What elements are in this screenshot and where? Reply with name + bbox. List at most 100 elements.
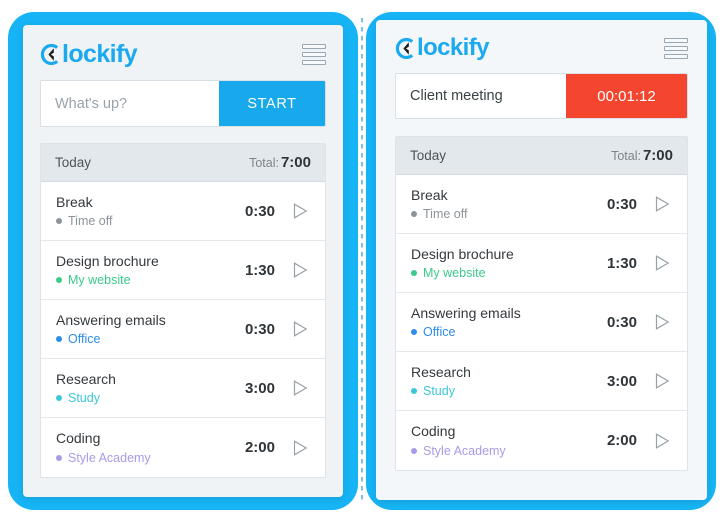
stop-timer-button[interactable]: 00:01:12 <box>566 74 687 118</box>
play-icon[interactable] <box>289 318 311 340</box>
day-card-right: Today Total: 7:00 Break Time off 0:30 De… <box>395 136 688 471</box>
entry-duration: 3:00 <box>244 379 275 397</box>
entry-project[interactable]: Study <box>56 391 227 405</box>
entry-main: Break Time off <box>56 194 227 228</box>
entry-main: Answering emails Office <box>411 304 589 339</box>
clockify-c-icon <box>395 37 416 59</box>
entry-project[interactable]: Style Academy <box>56 451 227 465</box>
screenshot-stage: lockify START Today Total:7:00 <box>0 0 724 521</box>
project-name: Time off <box>423 207 468 222</box>
timer-bar-right: 00:01:12 <box>395 73 688 119</box>
day-total-prefix: Total: <box>249 156 279 170</box>
hamburger-bar <box>302 44 326 49</box>
table-row[interactable]: Coding Style Academy 2:00 <box>41 418 325 477</box>
hamburger-menu-icon[interactable] <box>302 44 326 65</box>
entry-title: Research <box>56 370 116 387</box>
project-name: Study <box>68 391 100 406</box>
hamburger-bar <box>302 60 326 65</box>
entry-title: Design brochure <box>56 252 159 269</box>
table-row[interactable]: Break Time off 0:30 <box>41 182 325 241</box>
clockify-logo-left: lockify <box>40 42 138 67</box>
entry-project[interactable]: Time off <box>56 214 227 228</box>
entry-title: Research <box>411 363 471 380</box>
play-icon[interactable] <box>289 377 311 399</box>
table-row[interactable]: Design brochure My website 1:30 <box>396 234 687 293</box>
play-icon[interactable] <box>651 193 673 215</box>
entry-duration: 0:30 <box>244 202 275 220</box>
project-color-dot <box>56 454 62 461</box>
play-icon[interactable] <box>651 430 673 452</box>
project-name: Style Academy <box>68 450 151 465</box>
table-row[interactable]: Answering emails Office 0:30 <box>396 293 687 352</box>
day-total: Total: 7:00 <box>611 147 673 164</box>
project-color-dot <box>411 388 417 395</box>
entry-main: Research Study <box>56 370 227 405</box>
hamburger-bar <box>302 52 326 57</box>
entry-main: Coding Style Academy <box>411 423 589 458</box>
table-row[interactable]: Research Study 3:00 <box>396 352 687 411</box>
table-row[interactable]: Break Time off 0:30 <box>396 175 687 234</box>
project-color-dot <box>56 395 62 402</box>
project-name: My website <box>423 266 486 281</box>
entry-project[interactable]: My website <box>56 273 227 287</box>
time-entries-section-right: Today Total: 7:00 Break Time off 0:30 De… <box>376 119 707 471</box>
play-icon[interactable] <box>289 259 311 281</box>
clockify-app-panel-left: lockify START Today Total:7:00 <box>23 25 343 497</box>
day-total-value: 7:00 <box>642 147 673 164</box>
play-icon[interactable] <box>651 311 673 333</box>
project-color-dot <box>411 329 417 336</box>
table-row[interactable]: Coding Style Academy 2:00 <box>396 411 687 470</box>
day-header-left: Today Total: 7:00 <box>41 144 325 182</box>
project-color-dot <box>411 447 417 454</box>
project-name: Office <box>423 325 456 340</box>
start-timer-button[interactable]: START <box>219 81 325 126</box>
day-card-left: Today Total: 7:00 Break Time off 0:30 De… <box>40 143 326 478</box>
project-color-dot <box>411 211 417 218</box>
play-icon[interactable] <box>289 200 311 222</box>
entry-project[interactable]: Study <box>411 384 589 398</box>
entry-duration: 1:30 <box>606 254 637 272</box>
entry-duration: 2:00 <box>244 439 275 456</box>
hamburger-bar <box>664 53 688 59</box>
entry-title: Answering emails <box>411 304 521 321</box>
entry-title: Coding <box>56 430 101 447</box>
table-row[interactable]: Design brochure My website 1:30 <box>41 241 325 300</box>
day-total-prefix: Total: <box>611 149 641 163</box>
project-name: Study <box>423 384 455 399</box>
play-icon[interactable] <box>289 437 311 459</box>
timer-description-input[interactable] <box>396 74 566 118</box>
entry-title: Answering emails <box>56 311 166 328</box>
day-total-value: 7:00 <box>280 154 311 171</box>
entry-project[interactable]: My website <box>411 266 589 280</box>
app-header-right: lockify <box>376 20 707 65</box>
table-row[interactable]: Research Study 3:00 <box>41 359 325 418</box>
table-row[interactable]: Answering emails Office 0:30 <box>41 300 325 359</box>
entry-title: Design brochure <box>411 245 514 262</box>
day-label: Today <box>55 155 92 170</box>
timer-section-right: 00:01:12 <box>376 65 707 119</box>
day-label: Today <box>410 148 447 163</box>
frame-seam-divider <box>361 18 363 504</box>
entry-project[interactable]: Style Academy <box>411 444 589 458</box>
play-icon[interactable] <box>651 370 673 392</box>
day-header-right: Today Total: 7:00 <box>396 137 687 175</box>
timer-description-input[interactable] <box>41 81 219 126</box>
entry-duration: 0:30 <box>244 320 275 338</box>
entry-main: Design brochure My website <box>411 245 589 280</box>
entry-project[interactable]: Time off <box>411 207 589 221</box>
clockify-c-icon <box>40 44 61 65</box>
app-header-left: lockify <box>23 25 343 73</box>
entry-project[interactable]: Office <box>56 332 227 346</box>
entry-main: Design brochure My website <box>56 252 227 287</box>
entry-duration: 1:30 <box>244 261 275 279</box>
entry-project[interactable]: Office <box>411 325 589 339</box>
hamburger-bar <box>664 37 688 43</box>
logo-wordmark-right: lockify <box>417 34 489 61</box>
entry-main: Break Time off <box>411 187 589 221</box>
play-icon[interactable] <box>651 252 673 274</box>
hamburger-menu-icon[interactable] <box>664 37 688 59</box>
clockify-app-panel-right: lockify 00:01:12 Today Total:7:00 <box>376 20 707 500</box>
timer-section-left: START <box>23 73 343 127</box>
entry-duration: 0:30 <box>606 195 637 213</box>
entry-duration: 0:30 <box>606 313 637 331</box>
